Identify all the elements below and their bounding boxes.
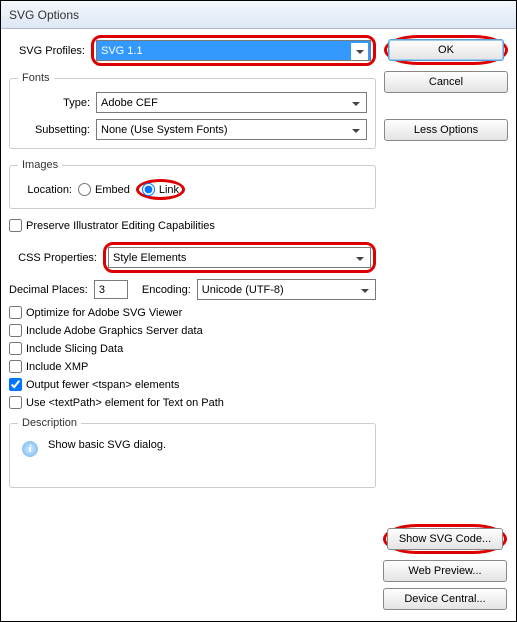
chevron-down-icon [347, 122, 364, 139]
preserve-check[interactable] [9, 219, 22, 232]
images-group: Images Location: Embed Link [9, 159, 376, 209]
embed-radio[interactable] [78, 183, 91, 196]
description-group: Description i Show basic SVG dialog. [9, 417, 376, 488]
images-location-label: Location: [18, 184, 72, 196]
info-icon: i [22, 441, 38, 457]
optimize-viewer-label: Optimize for Adobe SVG Viewer [26, 307, 182, 319]
include-slicing-label: Include Slicing Data [26, 343, 123, 355]
svg-profiles-value: SVG 1.1 [101, 45, 143, 57]
encoding-value: Unicode (UTF-8) [202, 284, 284, 296]
css-props-value: Style Elements [113, 252, 186, 264]
images-legend: Images [18, 159, 62, 171]
chevron-down-icon [351, 250, 368, 267]
link-radio-label[interactable]: Link [142, 183, 179, 196]
web-preview-button[interactable]: Web Preview... [383, 560, 507, 582]
use-textpath-label: Use <textPath> element for Text on Path [26, 397, 224, 409]
include-slicing-check[interactable] [9, 342, 22, 355]
font-type-value: Adobe CEF [101, 97, 158, 109]
title-bar: SVG Options [1, 1, 516, 29]
window-title: SVG Options [9, 8, 79, 22]
font-subsetting-combo[interactable]: None (Use System Fonts) [96, 119, 367, 140]
device-central-button[interactable]: Device Central... [383, 588, 507, 610]
encoding-label: Encoding: [142, 284, 191, 296]
ok-highlight: OK [384, 35, 508, 65]
link-highlight: Link [136, 179, 185, 200]
embed-radio-label[interactable]: Embed [78, 183, 130, 196]
decimal-input[interactable] [94, 280, 128, 299]
encoding-combo[interactable]: Unicode (UTF-8) [197, 279, 376, 300]
css-props-label: CSS Properties: [9, 252, 97, 264]
font-type-combo[interactable]: Adobe CEF [96, 92, 367, 113]
svg-profiles-highlight: SVG 1.1 [91, 35, 376, 66]
fonts-group: Fonts Type: Adobe CEF Subsetting: None (… [9, 72, 376, 149]
chevron-down-icon [356, 282, 373, 299]
chevron-down-icon [347, 95, 364, 112]
cancel-button[interactable]: Cancel [384, 71, 508, 93]
link-radio[interactable] [142, 183, 155, 196]
include-xmp-check[interactable] [9, 360, 22, 373]
optimize-viewer-check[interactable] [9, 306, 22, 319]
output-tspan-check[interactable] [9, 378, 22, 391]
use-textpath-check[interactable] [9, 396, 22, 409]
less-options-button[interactable]: Less Options [384, 119, 508, 141]
include-xmp-label: Include XMP [26, 361, 88, 373]
show-svg-highlight: Show SVG Code... [383, 524, 507, 554]
font-subsetting-label: Subsetting: [18, 124, 90, 136]
include-graphics-label: Include Adobe Graphics Server data [26, 325, 203, 337]
font-type-label: Type: [18, 97, 90, 109]
font-subsetting-value: None (Use System Fonts) [101, 124, 228, 136]
svg-profiles-combo[interactable]: SVG 1.1 [96, 40, 371, 61]
chevron-down-icon [351, 43, 368, 60]
decimal-label: Decimal Places: [9, 284, 88, 296]
ok-button[interactable]: OK [388, 39, 504, 61]
description-text: Show basic SVG dialog. [48, 439, 166, 477]
preserve-label: Preserve Illustrator Editing Capabilitie… [26, 220, 215, 232]
show-svg-button[interactable]: Show SVG Code... [387, 528, 503, 550]
css-props-combo[interactable]: Style Elements [108, 247, 371, 268]
css-props-highlight: Style Elements [103, 242, 376, 273]
description-legend: Description [18, 417, 81, 429]
output-tspan-label: Output fewer <tspan> elements [26, 379, 179, 391]
include-graphics-check[interactable] [9, 324, 22, 337]
svg-profiles-label: SVG Profiles: [9, 45, 85, 57]
fonts-legend: Fonts [18, 72, 54, 84]
